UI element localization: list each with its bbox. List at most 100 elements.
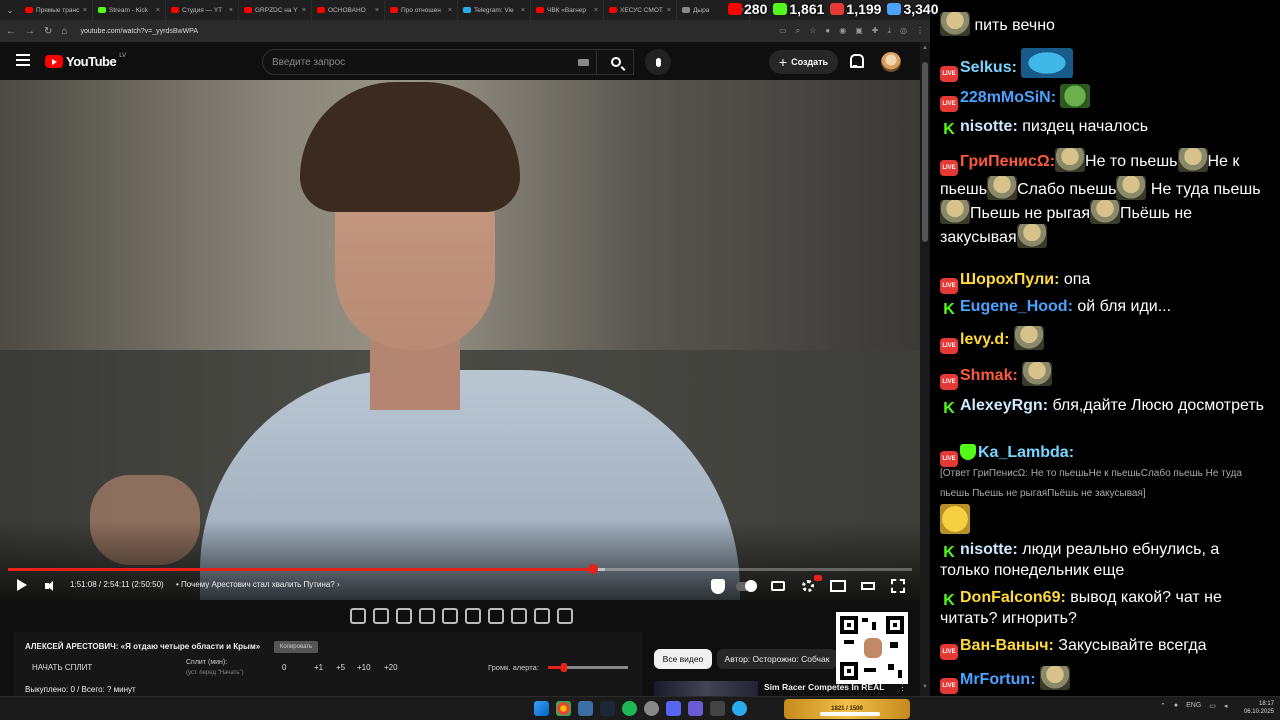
zoom-icon[interactable]: ⌕ — [796, 26, 800, 36]
browser-tab[interactable]: Студия — YT × — [166, 0, 239, 20]
screen-icon[interactable] — [396, 608, 412, 624]
browser-tab[interactable]: ХЕСУС СМОТ × — [604, 0, 677, 20]
increment-button[interactable]: +10 — [357, 663, 371, 672]
avatar[interactable] — [881, 52, 901, 72]
browser-tab[interactable]: Telegram: Vie × — [458, 0, 531, 20]
recommended-thumbnail[interactable] — [654, 681, 758, 697]
puzzle-icon[interactable]: ✚ — [872, 26, 879, 36]
forward-icon[interactable]: → — [25, 26, 35, 37]
subtitles-icon[interactable] — [770, 578, 786, 594]
browser-tab[interactable]: Прямые транс × — [20, 0, 93, 20]
gear-icon[interactable] — [557, 608, 573, 624]
browser-tab[interactable]: ЧВК «Вагнер × — [531, 0, 604, 20]
chapter-title[interactable]: • Почему Арестович стал хвалить Путина? … — [176, 580, 340, 589]
discord-icon[interactable] — [666, 701, 681, 716]
recommended-title[interactable]: Sim Racer Competes In REAL — [764, 682, 884, 692]
files-icon[interactable] — [578, 701, 593, 716]
steam-icon[interactable] — [600, 701, 615, 716]
chat-username[interactable]: Ван-Ваныч: — [960, 637, 1054, 654]
chat-username[interactable]: DonFalcon69: — [960, 589, 1066, 606]
increment-button[interactable]: +5 — [336, 663, 345, 672]
volume-icon[interactable] — [45, 580, 57, 592]
close-icon[interactable]: × — [302, 7, 306, 14]
chat-username[interactable]: nisotte: — [960, 118, 1018, 135]
chat-username[interactable]: ГриПенисΩ: — [960, 153, 1055, 170]
cinema-icon[interactable] — [465, 608, 481, 624]
increment-button[interactable]: +20 — [384, 663, 398, 672]
bell-icon[interactable] — [849, 54, 864, 68]
app-icon[interactable] — [710, 701, 725, 716]
chevron-up-icon[interactable]: ⌃ — [1160, 702, 1166, 710]
chip-author[interactable]: Автор: Осторожно: Собчак — [717, 649, 837, 669]
alert-volume-slider[interactable] — [548, 663, 628, 672]
network-icon[interactable]: ▭ — [1209, 702, 1216, 710]
chat-username[interactable]: MrFortun: — [960, 671, 1036, 688]
windows-start-icon[interactable] — [534, 701, 549, 716]
home-icon[interactable]: ⌂ — [61, 26, 67, 37]
scrollbar[interactable]: ▲ ▼ — [920, 42, 930, 696]
mic-tray-icon[interactable]: ● — [1174, 702, 1178, 710]
chat-username[interactable]: Eugene_Hood: — [960, 298, 1073, 315]
scroll-up-icon[interactable]: ▲ — [922, 45, 928, 51]
audio-icon[interactable] — [373, 608, 389, 624]
search-button[interactable] — [596, 49, 634, 75]
close-icon[interactable]: × — [448, 7, 452, 14]
extension-icon[interactable]: ● — [825, 26, 830, 36]
close-icon[interactable]: × — [594, 7, 598, 14]
picture-in-picture-icon[interactable] — [442, 608, 458, 624]
close-icon[interactable]: × — [667, 7, 671, 14]
tab-search-icon[interactable]: ⌄ — [0, 0, 20, 20]
alert-volume-handle[interactable] — [561, 663, 567, 672]
extension-icon[interactable]: ◉ — [839, 26, 846, 36]
cast-icon[interactable]: ▭ — [779, 26, 787, 36]
camera-icon[interactable] — [534, 608, 550, 624]
close-icon[interactable]: × — [229, 7, 233, 14]
chat-username[interactable]: AlexeyRgn: — [960, 397, 1048, 414]
loop-icon[interactable] — [350, 608, 366, 624]
bookmark-icon[interactable]: ☆ — [809, 26, 816, 36]
app-icon[interactable] — [688, 701, 703, 716]
language-indicator[interactable]: ENG — [1186, 702, 1201, 710]
spotify-icon[interactable] — [622, 701, 637, 716]
split-minutes-value[interactable]: 0 — [282, 663, 286, 672]
start-split-button[interactable]: НАЧАТЬ СПЛИТ — [32, 663, 92, 672]
close-icon[interactable]: × — [375, 7, 379, 14]
theater-mode-icon[interactable] — [860, 578, 876, 594]
browser-tab[interactable]: Про отношен × — [385, 0, 458, 20]
close-icon[interactable]: × — [156, 7, 160, 14]
sponsorblock-icon[interactable] — [709, 578, 727, 594]
speed-icon[interactable] — [488, 608, 504, 624]
download-icon[interactable]: ⤓ — [887, 26, 891, 36]
profile-icon[interactable]: ◎ — [900, 26, 907, 36]
clock[interactable]: 18:17 06.10.2025 — [1240, 700, 1274, 716]
chat-username[interactable]: levy.d: — [960, 331, 1010, 348]
chat-username[interactable]: 228mMoSiN: — [960, 89, 1056, 106]
close-icon[interactable]: × — [83, 7, 87, 14]
voice-search-button[interactable] — [645, 49, 671, 75]
browser-tab[interactable]: ОСНОВАНО × — [312, 0, 385, 20]
chat-username[interactable]: nisotte: — [960, 541, 1018, 558]
chat-username[interactable]: ШорохПули: — [960, 271, 1059, 288]
autoplay-toggle[interactable] — [735, 578, 757, 594]
chat-username[interactable]: Ka_Lambda: — [978, 444, 1074, 461]
speaker-icon[interactable]: ◂ — [1224, 702, 1228, 710]
browser-tab[interactable]: Stream - Kick × — [93, 0, 166, 20]
chat-username[interactable]: Selkus: — [960, 59, 1017, 76]
scroll-thumb[interactable] — [922, 62, 928, 242]
fullscreen-icon[interactable] — [890, 578, 906, 594]
close-icon[interactable]: × — [521, 7, 525, 14]
obs-icon[interactable] — [644, 701, 659, 716]
play-icon[interactable] — [17, 579, 27, 591]
progress-handle[interactable] — [587, 564, 598, 574]
add-icon[interactable] — [511, 608, 527, 624]
back-icon[interactable]: ← — [6, 26, 16, 37]
increment-button[interactable]: +1 — [314, 663, 323, 672]
scroll-down-icon[interactable]: ▼ — [922, 684, 928, 690]
chrome-icon[interactable] — [556, 701, 571, 716]
hamburger-icon[interactable] — [16, 54, 30, 66]
telegram-icon[interactable] — [732, 701, 747, 716]
menu-icon[interactable]: ⋮ — [916, 26, 924, 36]
chip-all-videos[interactable]: Все видео — [654, 649, 712, 669]
extension-icon[interactable]: ▣ — [855, 26, 863, 36]
video-player[interactable] — [0, 80, 920, 600]
